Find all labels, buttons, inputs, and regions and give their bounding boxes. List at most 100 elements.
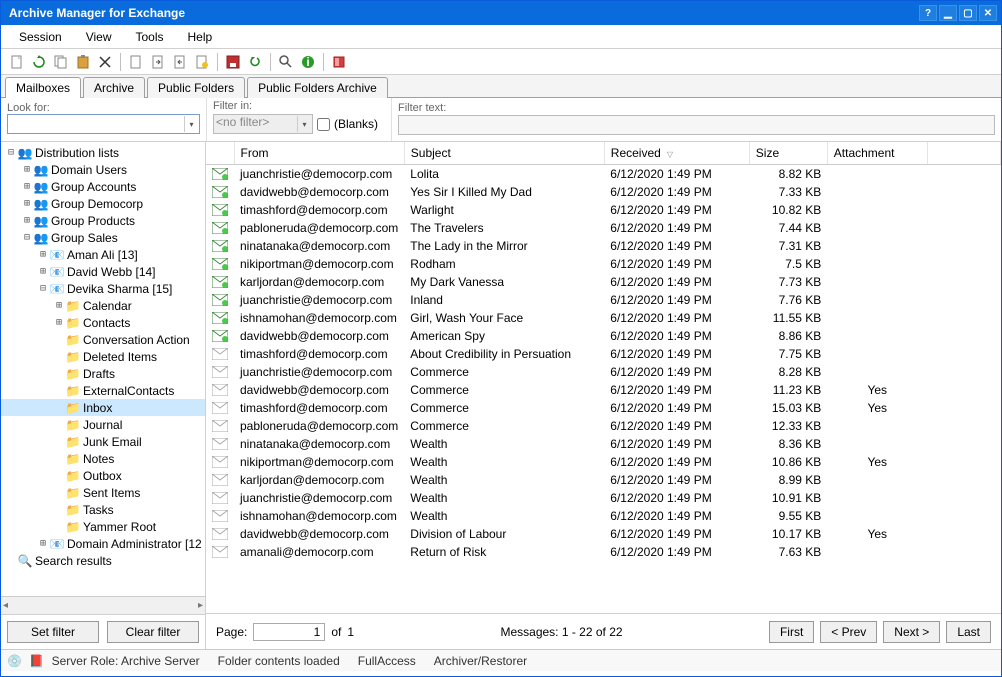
clear-filter-button[interactable]: Clear filter <box>107 621 199 643</box>
tree-item[interactable]: ⊟👥Distribution lists <box>1 144 205 161</box>
toolbar-doc-right-icon[interactable] <box>148 52 168 72</box>
tree-item[interactable]: 📁Outbox <box>1 467 205 484</box>
tree-item[interactable]: ⊟👥Group Sales <box>1 229 205 246</box>
tree-toggle-icon[interactable] <box>53 402 65 413</box>
col-from[interactable]: From <box>234 142 404 165</box>
tab-public-folders[interactable]: Public Folders <box>147 77 245 98</box>
tree-toggle-icon[interactable]: ⊞ <box>37 266 49 277</box>
tree-toggle-icon[interactable]: ⊞ <box>37 249 49 260</box>
mailbox-tree[interactable]: ⊟👥Distribution lists⊞👥Domain Users⊞👥Grou… <box>1 142 205 596</box>
tree-item[interactable]: ⊞👥Group Accounts <box>1 178 205 195</box>
table-row[interactable]: juanchristie@democorp.comLolita6/12/2020… <box>206 165 1001 184</box>
toolbar-copy-icon[interactable] <box>51 52 71 72</box>
toolbar-sync-icon[interactable] <box>245 52 265 72</box>
message-grid[interactable]: From Subject Received▽ Size Attachment j… <box>206 142 1001 613</box>
tree-item[interactable]: 📁Notes <box>1 450 205 467</box>
tree-toggle-icon[interactable] <box>53 334 65 345</box>
lookfor-input[interactable] <box>7 114 200 134</box>
tree-item[interactable]: ⊞👥Group Democorp <box>1 195 205 212</box>
tree-item[interactable]: 📁Yammer Root <box>1 518 205 535</box>
table-row[interactable]: ninatanaka@democorp.comThe Lady in the M… <box>206 237 1001 255</box>
tree-toggle-icon[interactable] <box>53 368 65 379</box>
table-row[interactable]: pabloneruda@democorp.comCommerce6/12/202… <box>206 417 1001 435</box>
tree-toggle-icon[interactable]: ⊟ <box>5 147 17 158</box>
toolbar-doc-star-icon[interactable] <box>192 52 212 72</box>
filterin-dropdown-icon[interactable]: ▾ <box>297 116 311 132</box>
tree-toggle-icon[interactable]: ⊞ <box>21 164 33 175</box>
table-row[interactable]: karljordan@democorp.comMy Dark Vanessa6/… <box>206 273 1001 291</box>
table-row[interactable]: timashford@democorp.comAbout Credibility… <box>206 345 1001 363</box>
table-row[interactable]: nikiportman@democorp.comWealth6/12/2020 … <box>206 453 1001 471</box>
toolbar-delete-icon[interactable] <box>95 52 115 72</box>
tree-toggle-icon[interactable] <box>53 504 65 515</box>
tree-item[interactable]: ⊟📧Devika Sharma [15] <box>1 280 205 297</box>
maximize-button[interactable]: ▢ <box>959 5 977 21</box>
menu-session[interactable]: Session <box>9 28 72 46</box>
toolbar-new-icon[interactable] <box>7 52 27 72</box>
tree-item[interactable]: 📁Junk Email <box>1 433 205 450</box>
tree-toggle-icon[interactable] <box>53 521 65 532</box>
tree-toggle-icon[interactable] <box>53 351 65 362</box>
first-button[interactable]: First <box>769 621 814 643</box>
tree-toggle-icon[interactable]: ⊟ <box>21 232 33 243</box>
tree-toggle-icon[interactable]: ⊞ <box>21 198 33 209</box>
col-received[interactable]: Received▽ <box>604 142 749 165</box>
tree-toggle-icon[interactable]: ⊟ <box>37 283 49 294</box>
col-size[interactable]: Size <box>749 142 827 165</box>
tab-public-folders-archive[interactable]: Public Folders Archive <box>247 77 388 98</box>
table-row[interactable]: ishnamohan@democorp.comGirl, Wash Your F… <box>206 309 1001 327</box>
tab-archive[interactable]: Archive <box>83 77 145 98</box>
next-button[interactable]: Next > <box>883 621 940 643</box>
tree-toggle-icon[interactable]: ⊞ <box>53 317 65 328</box>
table-row[interactable]: juanchristie@democorp.comCommerce6/12/20… <box>206 363 1001 381</box>
tree-toggle-icon[interactable]: ⊞ <box>53 300 65 311</box>
tree-item[interactable]: ⊞📧Domain Administrator [12 <box>1 535 205 552</box>
menu-help[interactable]: Help <box>178 28 223 46</box>
table-row[interactable]: juanchristie@democorp.comWealth6/12/2020… <box>206 489 1001 507</box>
tree-toggle-icon[interactable] <box>53 470 65 481</box>
tree-toggle-icon[interactable]: ⊞ <box>21 181 33 192</box>
table-row[interactable]: ninatanaka@democorp.comWealth6/12/2020 1… <box>206 435 1001 453</box>
table-row[interactable]: karljordan@democorp.comWealth6/12/2020 1… <box>206 471 1001 489</box>
prev-button[interactable]: < Prev <box>820 621 877 643</box>
toolbar-refresh-icon[interactable] <box>29 52 49 72</box>
tree-item[interactable]: ⊞📁Contacts <box>1 314 205 331</box>
tree-toggle-icon[interactable] <box>53 453 65 464</box>
col-icon[interactable] <box>206 142 234 165</box>
tree-item[interactable]: 📁Conversation Action <box>1 331 205 348</box>
tree-toggle-icon[interactable] <box>53 419 65 430</box>
filtertext-input[interactable] <box>398 115 995 135</box>
help-button[interactable]: ? <box>919 5 937 21</box>
minimize-button[interactable]: ▁ <box>939 5 957 21</box>
set-filter-button[interactable]: Set filter <box>7 621 99 643</box>
close-button[interactable]: ✕ <box>979 5 997 21</box>
table-row[interactable]: pabloneruda@democorp.comThe Travelers6/1… <box>206 219 1001 237</box>
table-row[interactable]: davidwebb@democorp.comDivision of Labour… <box>206 525 1001 543</box>
tree-toggle-icon[interactable]: ⊞ <box>37 538 49 549</box>
tree-item[interactable]: ⊞📁Calendar <box>1 297 205 314</box>
tree-scrollbar[interactable]: ◂▸ <box>1 596 205 614</box>
toolbar-doc-icon[interactable] <box>126 52 146 72</box>
toolbar-doc-left-icon[interactable] <box>170 52 190 72</box>
tree-item[interactable]: 🔍Search results <box>1 552 205 569</box>
page-input[interactable] <box>253 623 325 641</box>
table-row[interactable]: ishnamohan@democorp.comWealth6/12/2020 1… <box>206 507 1001 525</box>
table-row[interactable]: davidwebb@democorp.comAmerican Spy6/12/2… <box>206 327 1001 345</box>
tree-item[interactable]: ⊞👥Domain Users <box>1 161 205 178</box>
last-button[interactable]: Last <box>946 621 991 643</box>
tree-toggle-icon[interactable] <box>53 436 65 447</box>
tree-item[interactable]: 📁Sent Items <box>1 484 205 501</box>
tree-toggle-icon[interactable]: ⊞ <box>21 215 33 226</box>
table-row[interactable]: timashford@democorp.comWarlight6/12/2020… <box>206 201 1001 219</box>
table-row[interactable]: davidwebb@democorp.comCommerce6/12/2020 … <box>206 381 1001 399</box>
toolbar-book-icon[interactable] <box>329 52 349 72</box>
tree-item[interactable]: 📁Drafts <box>1 365 205 382</box>
tree-item[interactable]: 📁Inbox <box>1 399 205 416</box>
tree-toggle-icon[interactable] <box>5 555 17 566</box>
tree-item[interactable]: 📁ExternalContacts <box>1 382 205 399</box>
tree-item[interactable]: ⊞📧David Webb [14] <box>1 263 205 280</box>
table-row[interactable]: amanali@democorp.comReturn of Risk6/12/2… <box>206 543 1001 561</box>
table-row[interactable]: davidwebb@democorp.comYes Sir I Killed M… <box>206 183 1001 201</box>
table-row[interactable]: nikiportman@democorp.comRodham6/12/2020 … <box>206 255 1001 273</box>
tree-item[interactable]: 📁Tasks <box>1 501 205 518</box>
